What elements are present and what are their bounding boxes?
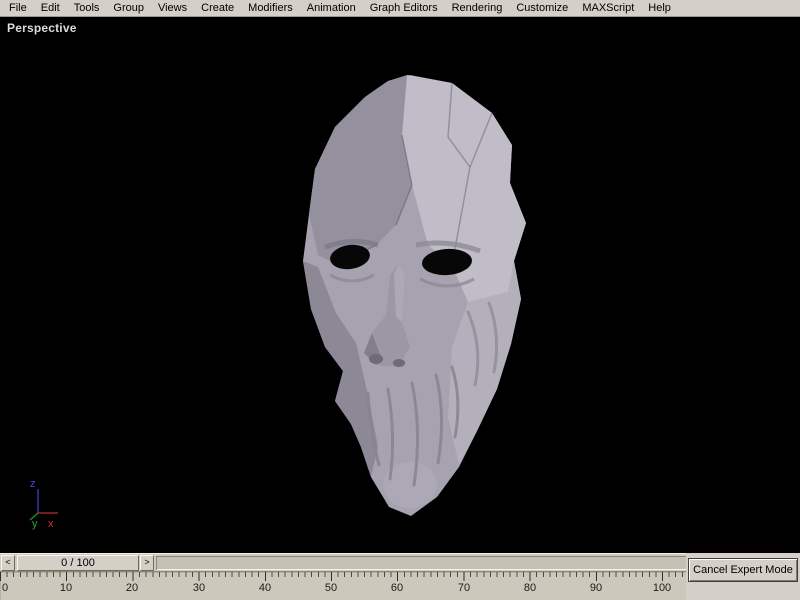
menu-item-group[interactable]: Group — [106, 1, 151, 16]
trackbar-label-70: 70 — [458, 582, 470, 594]
trackbar-label-20: 20 — [126, 582, 138, 594]
mask-left-nostril — [369, 354, 383, 364]
menu-item-file[interactable]: File — [2, 1, 34, 16]
trackbar-label-60: 60 — [391, 582, 403, 594]
menu-item-modifiers[interactable]: Modifiers — [241, 1, 300, 16]
axis-x-label: x — [48, 518, 54, 530]
menu-item-customize[interactable]: Customize — [509, 1, 575, 16]
axis-z-label: z — [30, 478, 36, 490]
time-slider-thumb[interactable]: 0 / 100 — [17, 555, 139, 571]
menu-item-edit[interactable]: Edit — [34, 1, 67, 16]
trackbar-label-50: 50 — [325, 582, 337, 594]
mask-model[interactable] — [0, 17, 800, 553]
trackbar-label-0: 0 — [2, 582, 8, 594]
menu-item-animation[interactable]: Animation — [300, 1, 363, 16]
menu-bar: File Edit Tools Group Views Create Modif… — [0, 0, 800, 17]
trackbar-major-ticks — [0, 572, 686, 581]
axis-y-label: y — [32, 518, 38, 530]
perspective-viewport[interactable]: Perspective — [0, 17, 800, 553]
trackbar-label-30: 30 — [193, 582, 205, 594]
axis-tripod: z y x — [22, 477, 86, 531]
cancel-expert-mode-button[interactable]: Cancel Expert Mode — [688, 558, 798, 582]
trackbar-label-10: 10 — [60, 582, 72, 594]
trackbar-label-40: 40 — [259, 582, 271, 594]
menu-item-views[interactable]: Views — [151, 1, 194, 16]
time-slider-row: < 0 / 100 > — [0, 553, 800, 571]
bottom-right-panel: Cancel Expert Mode — [686, 553, 800, 600]
time-slider-prev-button[interactable]: < — [1, 555, 15, 571]
menu-item-rendering[interactable]: Rendering — [445, 1, 510, 16]
trackbar-label-100: 100 — [653, 582, 671, 594]
menu-item-graph-editors[interactable]: Graph Editors — [363, 1, 445, 16]
mask-right-nostril — [393, 359, 405, 367]
trackbar-label-80: 80 — [524, 582, 536, 594]
app-window: { "menu": { "items": [ {"label": "File"}… — [0, 0, 800, 600]
trackbar-label-90: 90 — [590, 582, 602, 594]
track-bar[interactable]: 0 10 20 30 40 50 60 70 80 90 100 — [0, 571, 800, 600]
menu-item-create[interactable]: Create — [194, 1, 241, 16]
menu-item-maxscript[interactable]: MAXScript — [575, 1, 641, 16]
time-slider-next-button[interactable]: > — [140, 555, 154, 571]
menu-item-help[interactable]: Help — [641, 1, 678, 16]
menu-item-tools[interactable]: Tools — [67, 1, 107, 16]
